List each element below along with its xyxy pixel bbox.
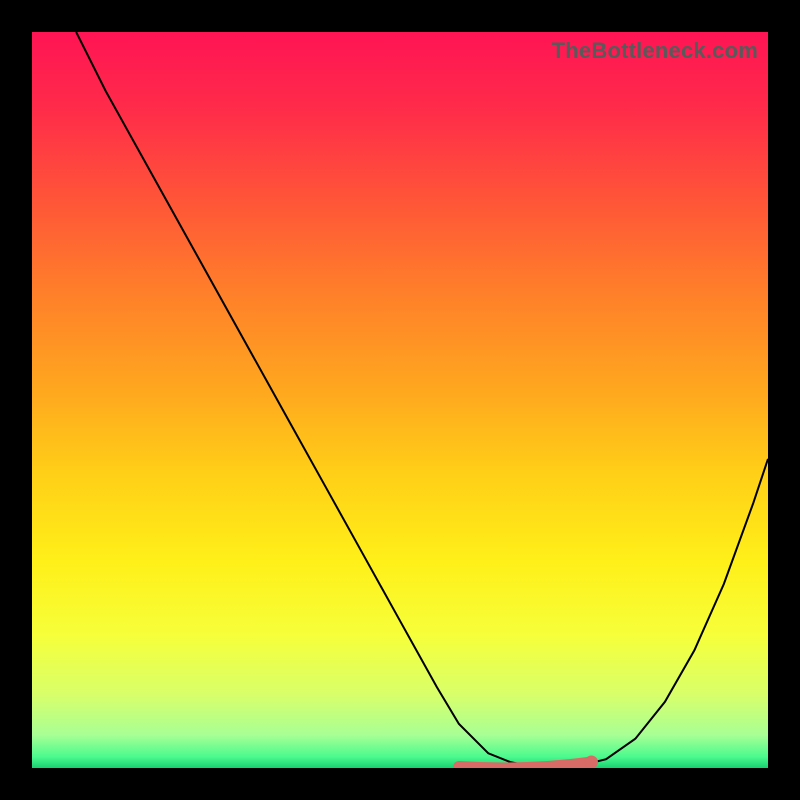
bottleneck-curve <box>76 32 768 767</box>
plot-area: TheBottleneck.com <box>32 32 768 768</box>
curve-layer <box>32 32 768 768</box>
chart-frame: TheBottleneck.com <box>0 0 800 800</box>
watermark-text: TheBottleneck.com <box>552 38 758 64</box>
optimal-zone-marker <box>459 762 591 768</box>
